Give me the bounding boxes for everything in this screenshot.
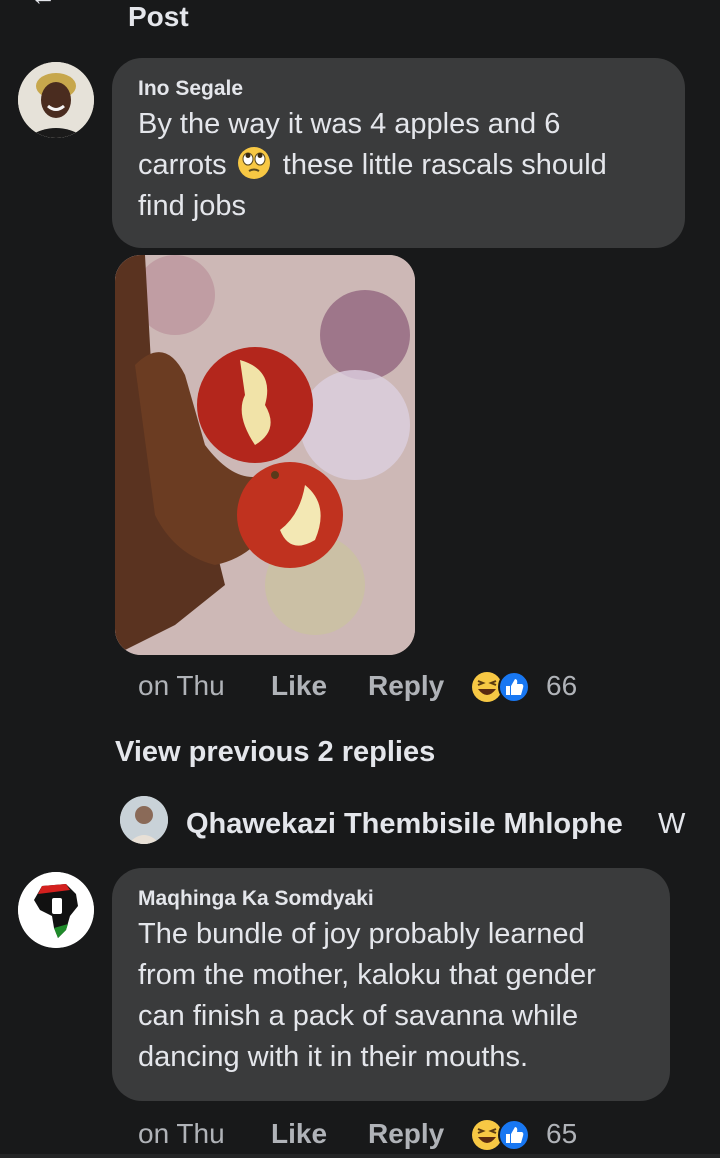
profile-photo (120, 796, 168, 844)
avatar[interactable] (18, 872, 94, 948)
like-button[interactable]: Like (271, 666, 327, 706)
haha-icon (472, 1120, 502, 1150)
comment-text-fragment: these little rascals should (282, 149, 607, 181)
comment-photo[interactable] (115, 255, 415, 655)
view-previous-replies-link[interactable]: View previous 2 replies (115, 732, 435, 772)
comment-author[interactable]: Maqhinga Ka Somdyaki (138, 886, 644, 912)
africa-fist-logo-icon (18, 872, 94, 948)
comment-text-line: dancing with it in their mouths. (138, 1041, 529, 1073)
like-button[interactable]: Like (271, 1114, 327, 1154)
reactions-icon[interactable] (470, 1118, 534, 1152)
reply-button[interactable]: Reply (368, 666, 444, 706)
comment-text: By the way it was 4 apples and 6 carrots… (138, 104, 659, 227)
comment-text-line: from the mother, kaloku that gender (138, 959, 596, 991)
reply-author: Qhawekazi Thembisile Mhlophe (186, 808, 623, 840)
top-bar: ← Post (0, 0, 720, 40)
comment-text-line: carrots these little rascals should (138, 145, 659, 186)
comment-actions: on Thu Like Reply 66 (138, 666, 658, 706)
avatar (120, 796, 168, 844)
apples-photo (115, 255, 415, 655)
comment-author[interactable]: Ino Segale (138, 76, 659, 102)
like-icon (498, 1119, 530, 1151)
rolling-eyes-emoji-icon (237, 147, 270, 179)
back-arrow-icon[interactable]: ← (30, 0, 56, 9)
comment-text-line: The bundle of joy probably learned (138, 918, 585, 950)
comment-text-fragment: carrots (138, 149, 227, 181)
profile-photo (18, 62, 94, 138)
like-icon (498, 671, 530, 703)
reaction-count[interactable]: 65 (546, 1114, 577, 1154)
comment-bubble[interactable]: Maqhinga Ka Somdyaki The bundle of joy p… (112, 868, 670, 1101)
comment-text: The bundle of joy probably learned from … (138, 914, 644, 1078)
reply-button[interactable]: Reply (368, 1114, 444, 1154)
comment-time[interactable]: on Thu (138, 1114, 225, 1154)
avatar[interactable] (18, 62, 94, 138)
page-title: Post (128, 1, 189, 32)
bottom-divider (0, 1154, 720, 1158)
reply-text-preview: W (658, 808, 686, 840)
comment-text-line: By the way it was 4 apples and 6 (138, 108, 561, 140)
haha-icon (472, 672, 502, 702)
comment-text-line: can finish a pack of savanna while (138, 1000, 579, 1032)
reactions-icon[interactable] (470, 670, 534, 704)
comment-text-line: find jobs (138, 190, 247, 222)
reaction-count[interactable]: 66 (546, 666, 577, 706)
comment-actions: on Thu Like Reply 65 (138, 1114, 658, 1154)
comment-time[interactable]: on Thu (138, 666, 225, 706)
comment-bubble[interactable]: Ino Segale By the way it was 4 apples an… (112, 58, 685, 248)
reply-preview[interactable]: Qhawekazi Thembisile Mhlophe W (120, 796, 720, 850)
